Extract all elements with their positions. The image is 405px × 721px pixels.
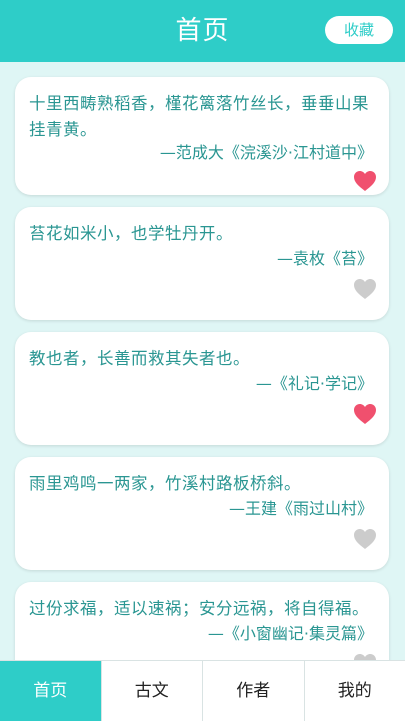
bottom-tab-bar: 首页 古文 作者 我的 <box>0 660 405 721</box>
heart-outline-icon[interactable] <box>353 278 377 300</box>
quote-card[interactable]: 雨里鸡鸣一两家，竹溪村路板桥斜。 —王建《雨过山村》 <box>15 457 389 570</box>
tab-home[interactable]: 首页 <box>0 661 101 721</box>
quote-text: 苔花如米小，也学牡丹开。 <box>29 221 375 247</box>
quote-text: 十里西畴熟稻香，槿花篱落竹丝长，垂垂山果挂青黄。 <box>29 91 375 143</box>
tab-profile[interactable]: 我的 <box>304 661 405 721</box>
quote-card[interactable]: 教也者，长善而救其失者也。 —《礼记·学记》 <box>15 332 389 445</box>
tab-authors[interactable]: 作者 <box>202 661 304 721</box>
quote-list[interactable]: 十里西畴熟稻香，槿花篱落竹丝长，垂垂山果挂青黄。 —范成大《浣溪沙·江村道中》 … <box>0 62 405 660</box>
tab-classics[interactable]: 古文 <box>101 661 203 721</box>
quote-source: —《小窗幽记·集灵篇》 <box>208 622 373 646</box>
heart-filled-icon[interactable] <box>353 170 377 192</box>
quote-source: —范成大《浣溪沙·江村道中》 <box>160 141 373 165</box>
app-header: 首页 收藏 <box>0 0 405 62</box>
quote-text: 教也者，长善而救其失者也。 <box>29 346 375 372</box>
heart-outline-icon[interactable] <box>353 528 377 550</box>
quote-text: 过份求福，适以速祸；安分远祸，将自得福。 <box>29 596 375 622</box>
favorites-button[interactable]: 收藏 <box>325 16 393 44</box>
heart-outline-icon[interactable] <box>353 653 377 660</box>
heart-filled-icon[interactable] <box>353 403 377 425</box>
quote-text: 雨里鸡鸣一两家，竹溪村路板桥斜。 <box>29 471 375 497</box>
quote-source: —《礼记·学记》 <box>256 372 373 396</box>
quote-card[interactable]: 苔花如米小，也学牡丹开。 —袁枚《苔》 <box>15 207 389 320</box>
quote-source: —袁枚《苔》 <box>277 247 373 271</box>
quote-card[interactable]: 十里西畴熟稻香，槿花篱落竹丝长，垂垂山果挂青黄。 —范成大《浣溪沙·江村道中》 <box>15 77 389 195</box>
quote-source: —王建《雨过山村》 <box>229 497 373 521</box>
quote-card[interactable]: 过份求福，适以速祸；安分远祸，将自得福。 —《小窗幽记·集灵篇》 <box>15 582 389 660</box>
